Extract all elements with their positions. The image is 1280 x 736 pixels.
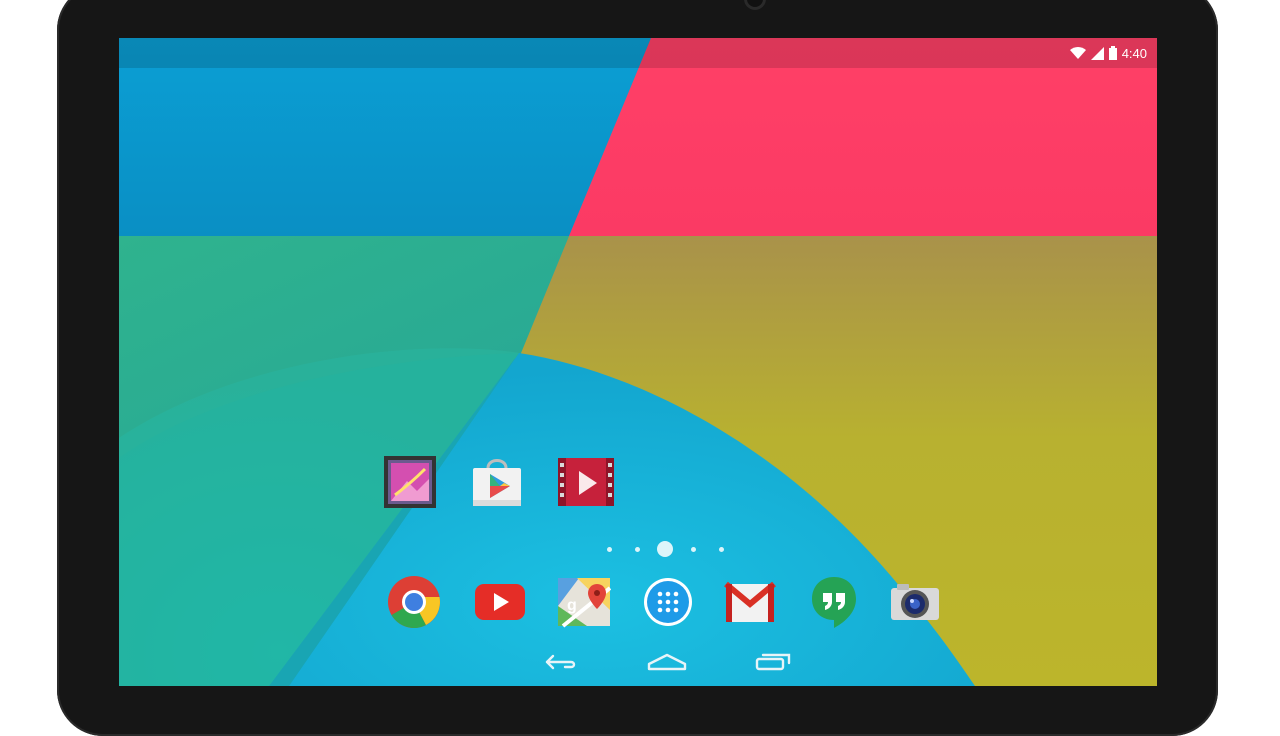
page-dot[interactable] — [635, 547, 640, 552]
page-dot[interactable] — [607, 547, 612, 552]
gallery-icon[interactable] — [379, 451, 441, 513]
youtube-icon[interactable] — [469, 571, 531, 633]
back-button[interactable] — [529, 644, 593, 684]
page-dot-current[interactable] — [657, 541, 673, 557]
svg-text:g: g — [567, 597, 577, 614]
battery-icon — [1108, 46, 1117, 60]
maps-icon[interactable]: g — [553, 571, 615, 633]
chrome-icon[interactable] — [383, 571, 445, 633]
wifi-icon — [1069, 46, 1086, 60]
recents-button[interactable] — [741, 644, 805, 684]
recents-icon — [754, 652, 792, 677]
status-bar: 4:40 — [119, 38, 1157, 68]
home-icon — [646, 652, 688, 677]
app-drawer-icon[interactable] — [637, 571, 699, 633]
front-camera — [744, 0, 766, 10]
page-dot[interactable] — [719, 547, 724, 552]
home-button[interactable] — [635, 644, 699, 684]
play-store-icon[interactable] — [466, 451, 528, 513]
play-movies-icon[interactable] — [555, 451, 617, 513]
page-dot[interactable] — [691, 547, 696, 552]
camera-app-icon[interactable] — [884, 571, 946, 633]
signal-icon — [1090, 46, 1104, 60]
hangouts-icon[interactable] — [803, 571, 865, 633]
screen: 4:40 g — [119, 38, 1157, 686]
back-icon — [543, 652, 579, 677]
status-time: 4:40 — [1121, 45, 1147, 61]
gmail-icon[interactable] — [719, 571, 781, 633]
